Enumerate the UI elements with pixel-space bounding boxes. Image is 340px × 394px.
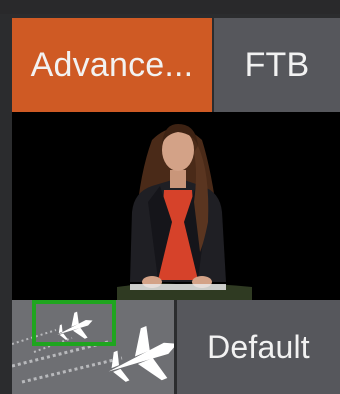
top-edge — [0, 0, 340, 14]
ftb-button[interactable]: FTB — [214, 18, 340, 112]
jet-fighter-transition-icon — [12, 300, 174, 394]
transition-effect-button[interactable] — [12, 300, 174, 394]
ftb-button-label: FTB — [244, 45, 310, 84]
default-button[interactable]: Default — [177, 300, 340, 394]
advanced-button-label: Advance... — [30, 45, 194, 84]
left-edge — [0, 14, 12, 394]
presenter-image — [12, 112, 340, 300]
preview-thumbnail[interactable] — [12, 112, 340, 300]
advanced-button[interactable]: Advance... — [12, 18, 212, 112]
transition-control-panel: Advance... FTB Default — [0, 0, 340, 394]
default-button-label: Default — [207, 328, 310, 365]
